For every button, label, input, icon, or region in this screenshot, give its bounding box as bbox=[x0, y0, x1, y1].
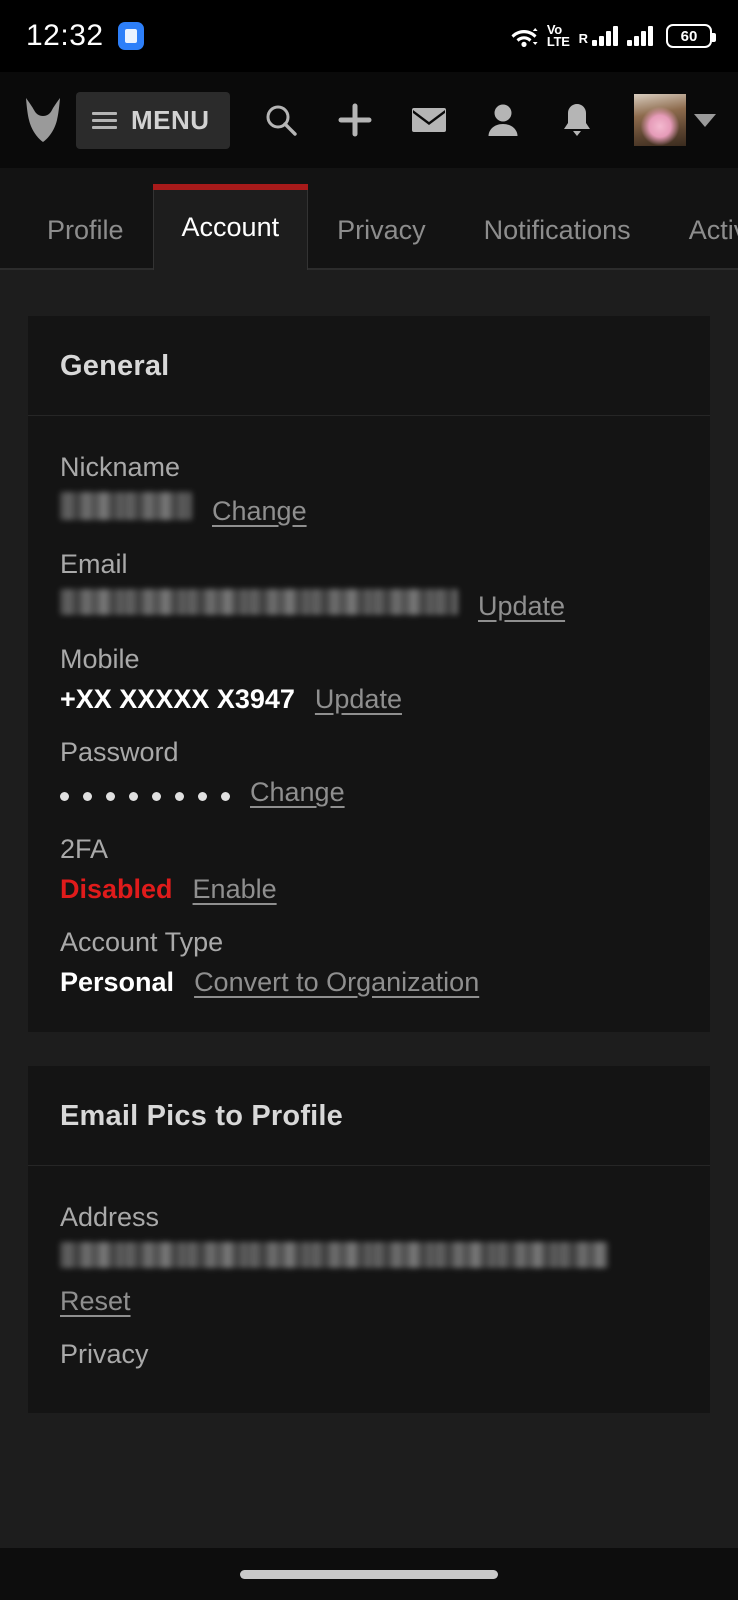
field-email-label: Email bbox=[60, 549, 128, 579]
field-account-type-value: Personal bbox=[60, 966, 175, 997]
mail-icon[interactable] bbox=[392, 90, 466, 150]
general-card-header: General bbox=[28, 316, 710, 416]
general-card: General Nickname Change Email Update Mob… bbox=[28, 316, 710, 1032]
field-password-label: Password bbox=[60, 737, 179, 767]
status-bar-right: Vo LTE R 60 bbox=[511, 21, 716, 49]
tab-privacy-label: Privacy bbox=[337, 214, 426, 245]
2fa-enable-link[interactable]: Enable bbox=[193, 874, 277, 905]
field-address-value bbox=[60, 1241, 608, 1268]
tab-activity[interactable]: Activi bbox=[660, 190, 738, 270]
field-mobile: Mobile +XX XXXXX X3947 Update bbox=[60, 644, 678, 715]
gesture-pill[interactable] bbox=[240, 1569, 498, 1579]
tab-account-label: Account bbox=[181, 211, 280, 242]
settings-tab-bar: Profile Account Privacy Notifications Ac… bbox=[0, 168, 738, 270]
signal-bars-sim2 bbox=[627, 26, 653, 46]
person-icon[interactable] bbox=[466, 90, 540, 150]
field-2fa-status: Disabled bbox=[60, 873, 173, 904]
nickname-change-link[interactable]: Change bbox=[212, 496, 307, 527]
search-icon[interactable] bbox=[244, 90, 318, 150]
email-pics-card-body: Address Reset Privacy bbox=[28, 1166, 710, 1413]
status-bar: 12:32 Vo LTE R 60 bbox=[0, 0, 738, 72]
battery-icon: 60 bbox=[666, 24, 716, 48]
chevron-down-icon[interactable] bbox=[694, 113, 716, 127]
app-header: MENU bbox=[0, 72, 738, 168]
tab-notifications[interactable]: Notifications bbox=[455, 190, 660, 270]
field-nickname-label: Nickname bbox=[60, 452, 181, 482]
bell-icon[interactable] bbox=[540, 90, 614, 150]
email-pics-card-header: Email Pics to Profile bbox=[28, 1066, 710, 1166]
field-mobile-value: +XX XXXXX X3947 bbox=[60, 684, 295, 714]
field-account-type-label: Account Type bbox=[60, 926, 224, 957]
field-address: Address Reset bbox=[60, 1202, 678, 1317]
field-nickname-value bbox=[60, 492, 192, 520]
general-card-title: General bbox=[60, 350, 170, 382]
field-account-type: Account Type Personal Convert to Organiz… bbox=[60, 927, 678, 998]
address-reset-link[interactable]: Reset bbox=[60, 1286, 131, 1317]
field-email: Email Update bbox=[60, 549, 678, 622]
volte-indicator: Vo LTE bbox=[546, 21, 570, 49]
account-menu[interactable] bbox=[634, 94, 718, 146]
chat-bubble-icon bbox=[117, 22, 144, 50]
furaffinity-logo-icon[interactable] bbox=[20, 96, 66, 144]
tab-profile[interactable]: Profile bbox=[0, 190, 153, 270]
field-privacy-label: Privacy bbox=[60, 1338, 149, 1369]
tab-activity-label: Activi bbox=[688, 214, 738, 245]
wifi-icon bbox=[511, 24, 538, 48]
status-bar-left: 12:32 bbox=[26, 19, 144, 53]
field-password: Password Change bbox=[60, 737, 678, 812]
field-password-value bbox=[60, 782, 230, 812]
tab-notifications-label: Notifications bbox=[483, 214, 631, 245]
general-card-body: Nickname Change Email Update Mobile +XX … bbox=[28, 416, 710, 1032]
mobile-update-link[interactable]: Update bbox=[315, 684, 402, 715]
password-change-link[interactable]: Change bbox=[250, 777, 345, 808]
menu-button-label: MENU bbox=[131, 104, 210, 135]
plus-icon[interactable] bbox=[318, 90, 392, 150]
signal-bars-sim1: R bbox=[579, 26, 618, 46]
status-clock: 12:32 bbox=[26, 19, 104, 52]
tab-privacy[interactable]: Privacy bbox=[308, 190, 455, 270]
tab-account[interactable]: Account bbox=[152, 184, 309, 270]
battery-level: 60 bbox=[680, 27, 698, 45]
field-2fa-label: 2FA bbox=[60, 833, 109, 864]
menu-button[interactable]: MENU bbox=[76, 91, 230, 149]
email-update-link[interactable]: Update bbox=[478, 591, 565, 622]
convert-to-organization-link[interactable]: Convert to Organization bbox=[194, 967, 479, 998]
field-email-value bbox=[60, 589, 458, 615]
phone-screen: 12:32 Vo LTE R 60 MENU Profile Account P… bbox=[0, 0, 738, 1600]
android-nav-bar bbox=[0, 1548, 738, 1600]
tab-profile-label: Profile bbox=[47, 214, 124, 245]
email-pics-card: Email Pics to Profile Address Reset Priv… bbox=[28, 1065, 710, 1413]
settings-content: General Nickname Change Email Update Mob… bbox=[0, 270, 738, 1413]
field-privacy: Privacy bbox=[60, 1339, 678, 1370]
field-nickname: Nickname Change bbox=[60, 452, 678, 527]
field-mobile-label: Mobile bbox=[60, 644, 140, 674]
email-pics-card-title: Email Pics to Profile bbox=[60, 1099, 344, 1132]
field-2fa: 2FA Disabled Enable bbox=[60, 834, 678, 905]
avatar[interactable] bbox=[634, 94, 686, 146]
field-address-label: Address bbox=[60, 1201, 160, 1232]
hamburger-icon bbox=[92, 111, 117, 129]
